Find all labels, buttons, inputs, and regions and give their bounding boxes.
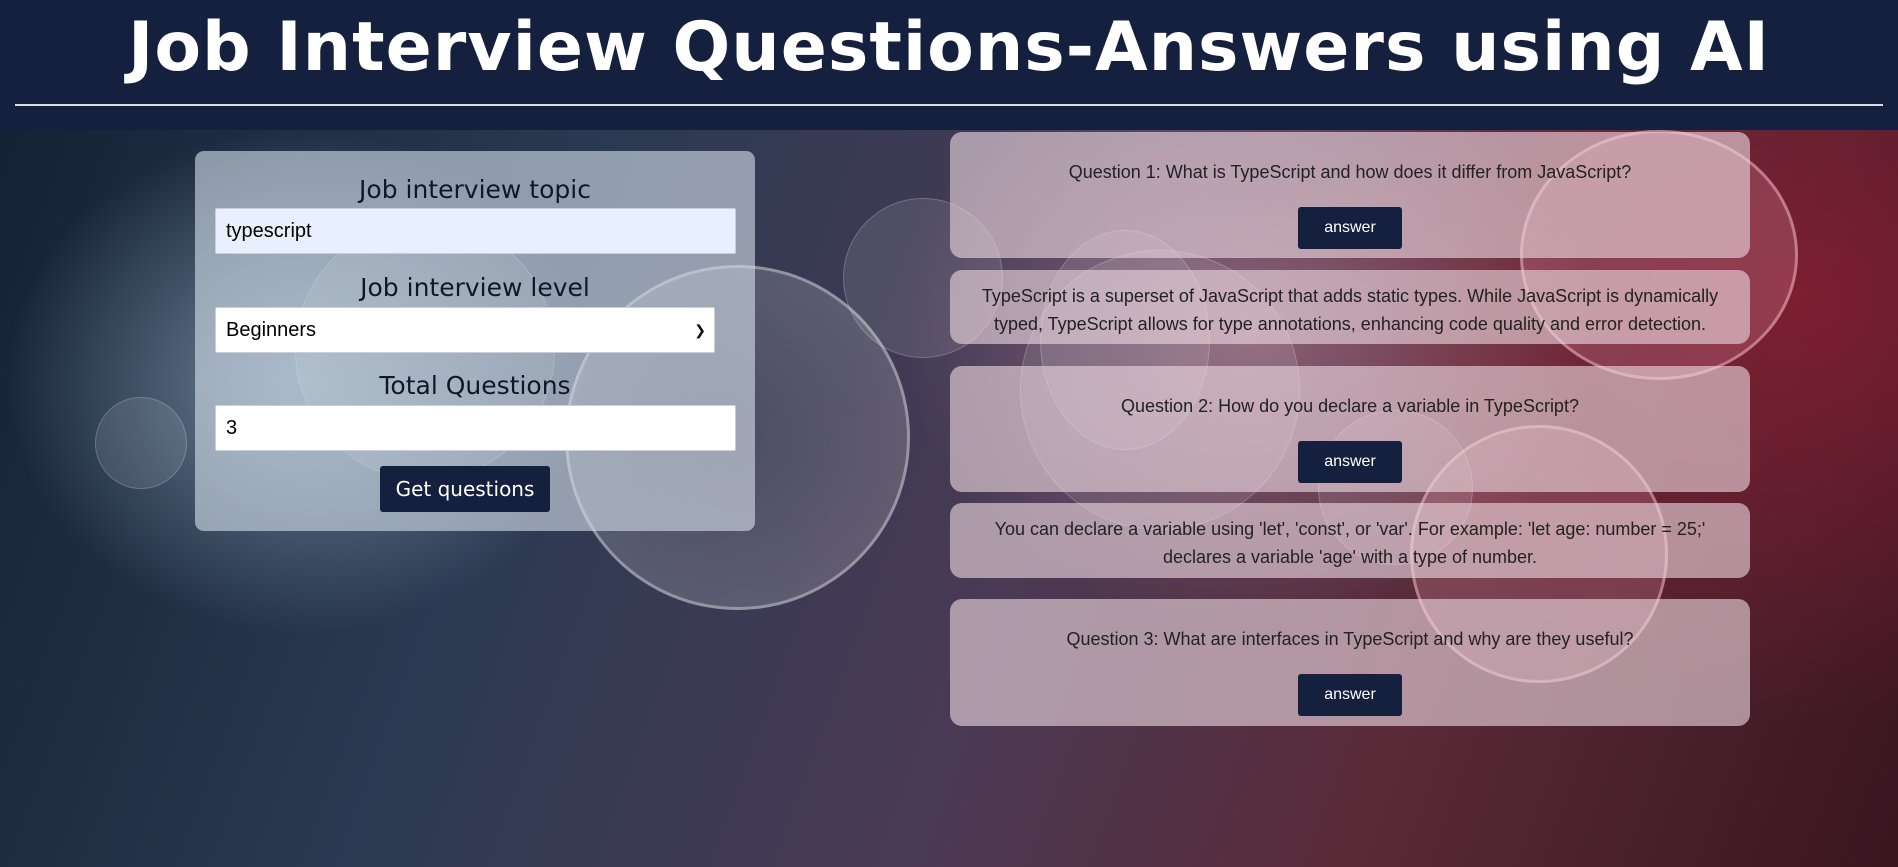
get-questions-button[interactable]: Get questions bbox=[380, 466, 550, 512]
level-select[interactable]: Beginners ❯ bbox=[215, 307, 715, 353]
question-card: Question 2: How do you declare a variabl… bbox=[950, 366, 1750, 492]
answer-button[interactable]: answer bbox=[1298, 441, 1402, 483]
question-text: Question 3: What are interfaces in TypeS… bbox=[1066, 629, 1634, 649]
question-text: Question 1: What is TypeScript and how d… bbox=[1068, 162, 1632, 182]
question-card: Question 3: What are interfaces in TypeS… bbox=[950, 599, 1750, 726]
answer-button[interactable]: answer bbox=[1298, 674, 1402, 716]
level-select-value: Beginners bbox=[226, 318, 317, 341]
background-bubble bbox=[95, 397, 187, 489]
answer-card: TypeScript is a superset of JavaScript t… bbox=[950, 270, 1750, 344]
header-divider bbox=[15, 104, 1883, 106]
topic-input[interactable]: typescript bbox=[215, 208, 736, 254]
answer-card: You can declare a variable using 'let', … bbox=[950, 503, 1750, 578]
total-questions-value: 3 bbox=[226, 416, 238, 439]
chevron-down-icon: ❯ bbox=[694, 321, 706, 338]
answer-button[interactable]: answer bbox=[1298, 207, 1402, 249]
question-card: Question 1: What is TypeScript and how d… bbox=[950, 132, 1750, 258]
level-label: Job interview level bbox=[360, 273, 590, 302]
topic-input-value: typescript bbox=[226, 219, 312, 242]
answer-text: You can declare a variable using 'let', … bbox=[994, 519, 1706, 567]
page-title: Job Interview Questions-Answers using AI bbox=[128, 8, 1770, 87]
question-text: Question 2: How do you declare a variabl… bbox=[1121, 396, 1579, 416]
question-settings-form: Job interview topic typescript Job inter… bbox=[195, 151, 755, 531]
page-header: Job Interview Questions-Answers using AI bbox=[0, 0, 1898, 130]
total-questions-label: Total Questions bbox=[379, 371, 571, 400]
answer-text: TypeScript is a superset of JavaScript t… bbox=[981, 286, 1719, 334]
total-questions-input[interactable]: 3 bbox=[215, 405, 736, 451]
topic-label: Job interview topic bbox=[359, 175, 591, 204]
